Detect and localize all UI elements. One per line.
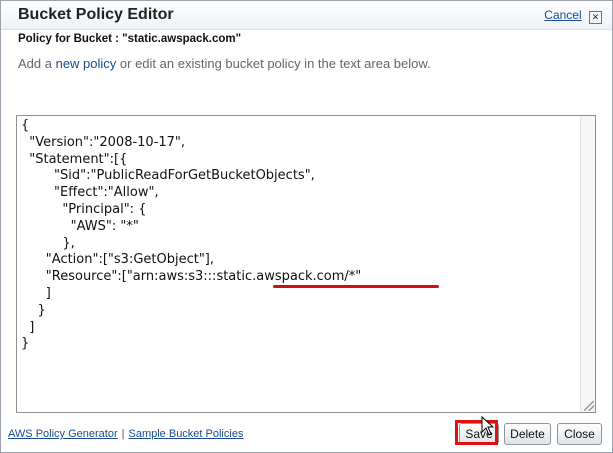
dialog-title: Bucket Policy Editor bbox=[18, 6, 174, 23]
close-x-icon[interactable]: ✕ bbox=[589, 11, 602, 24]
policy-line-resource: "Resource":["arn:aws:s3:::static.awspack… bbox=[21, 269, 362, 285]
mouse-pointer-icon bbox=[481, 416, 495, 436]
policy-line: "Sid":"PublicReadForGetBucketObjects", bbox=[21, 168, 315, 184]
delete-button[interactable]: Delete bbox=[504, 423, 551, 445]
sample-bucket-policies-link[interactable]: Sample Bucket Policies bbox=[129, 428, 244, 440]
policy-line: }, bbox=[21, 235, 75, 251]
policy-line: "Principal": { bbox=[21, 201, 147, 217]
resize-grip-icon[interactable] bbox=[584, 401, 594, 411]
new-policy-link[interactable]: new policy bbox=[56, 56, 117, 71]
policy-line: "Action":["s3:GetObject"], bbox=[21, 252, 215, 268]
dialog-titlebar: Bucket Policy Editor Cancel ✕ bbox=[1, 1, 612, 30]
footer-links: AWS Policy Generator | Sample Bucket Polic… bbox=[8, 428, 243, 440]
policy-line: } bbox=[21, 336, 30, 352]
policy-line: "Statement":[{ bbox=[21, 151, 128, 167]
policy-line: "Version":"2008-10-17", bbox=[21, 134, 186, 150]
policy-line: "AWS": "*" bbox=[21, 218, 139, 234]
policy-text-area[interactable]: { "Version":"2008-10-17", "Statement":[{… bbox=[16, 115, 596, 413]
aws-policy-generator-link[interactable]: AWS Policy Generator bbox=[8, 428, 118, 440]
instructions-prefix: Add a bbox=[18, 56, 56, 71]
close-button[interactable]: Close bbox=[557, 423, 602, 445]
policy-line: ] bbox=[21, 319, 35, 335]
policy-line: } bbox=[21, 302, 46, 318]
instructions-suffix: or edit an existing bucket policy in the… bbox=[116, 56, 431, 71]
editor-scrollbar[interactable] bbox=[580, 116, 595, 412]
policy-line: "Effect":"Allow", bbox=[21, 185, 159, 201]
link-separator: | bbox=[121, 428, 125, 440]
policy-for-bucket-label: Policy for Bucket : "static.awspack.com" bbox=[18, 33, 242, 45]
bucket-policy-editor-dialog: Bucket Policy Editor Cancel ✕ Policy for… bbox=[0, 0, 613, 453]
cancel-link[interactable]: Cancel bbox=[544, 8, 581, 22]
instructions-text: Add a new policy or edit an existing buc… bbox=[18, 56, 431, 71]
resource-underline-annotation bbox=[273, 285, 439, 288]
policy-line: { bbox=[21, 118, 30, 133]
policy-json-text[interactable]: { "Version":"2008-10-17", "Statement":[{… bbox=[21, 118, 361, 353]
cancel-control[interactable]: Cancel ✕ bbox=[544, 8, 602, 24]
policy-line: ] bbox=[21, 285, 51, 301]
